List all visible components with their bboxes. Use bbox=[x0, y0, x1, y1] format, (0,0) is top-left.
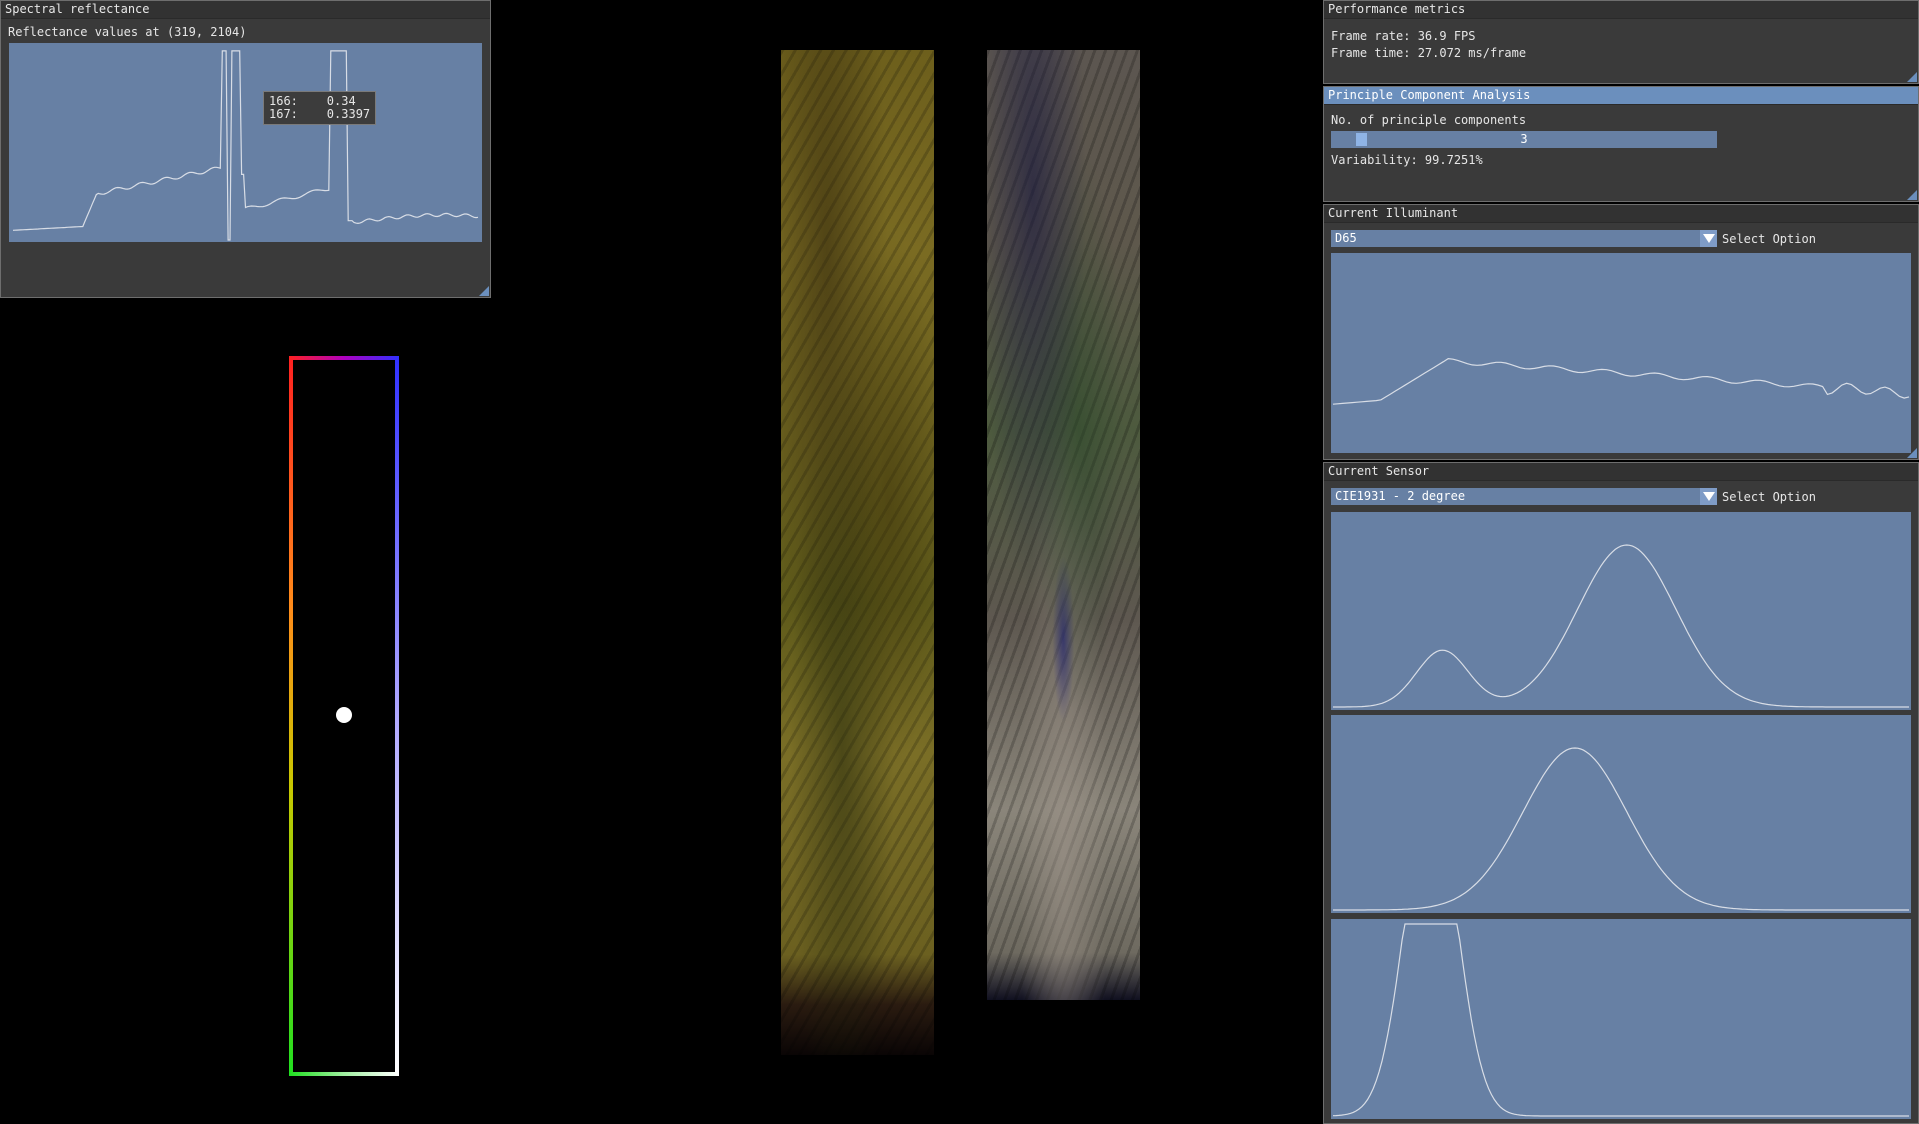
reflectance-label: Reflectance values at (319, 2104) bbox=[8, 25, 247, 39]
illuminant-plot bbox=[1331, 253, 1911, 453]
reflectance-svg bbox=[12, 50, 479, 241]
sensor-plot-red bbox=[1331, 512, 1911, 710]
variability-text: Variability: 99.7251% bbox=[1331, 153, 1483, 167]
sensor-green-line bbox=[1333, 747, 1909, 911]
illuminant-title[interactable]: Current Illuminant bbox=[1324, 205, 1918, 223]
sensor-red-svg bbox=[1333, 544, 1909, 708]
reflectance-plot[interactable] bbox=[9, 43, 482, 242]
sensor-select-label: Select Option bbox=[1722, 490, 1816, 504]
illuminant-svg bbox=[1332, 357, 1910, 405]
false-color-image[interactable] bbox=[781, 50, 934, 1055]
spectral-reflectance-title[interactable]: Spectral reflectance bbox=[1, 1, 490, 19]
reflectance-tooltip: 166: 0.34 167: 0.3397 bbox=[263, 91, 377, 125]
resize-grip[interactable] bbox=[1907, 190, 1917, 200]
pca-title[interactable]: Principle Component Analysis bbox=[1324, 87, 1918, 105]
illuminant-window[interactable]: Current Illuminant D65 Select Option bbox=[1323, 204, 1919, 460]
reflectance-line bbox=[12, 50, 479, 241]
sensor-window[interactable]: Current Sensor CIE1931 - 2 degree Select… bbox=[1323, 462, 1919, 1124]
illuminant-select-value: D65 bbox=[1335, 231, 1357, 245]
tooltip-value: 0.34 bbox=[326, 94, 356, 108]
tooltip-value: 0.3397 bbox=[326, 107, 371, 121]
sensor-select-value: CIE1931 - 2 degree bbox=[1335, 489, 1466, 503]
illuminant-select[interactable]: D65 bbox=[1331, 230, 1717, 247]
tooltip-index: 167: bbox=[269, 107, 327, 121]
resize-grip[interactable] bbox=[479, 286, 489, 296]
sensor-blue-svg bbox=[1332, 923, 1909, 1117]
sensor-select[interactable]: CIE1931 - 2 degree bbox=[1331, 488, 1717, 505]
illuminant-select-label: Select Option bbox=[1722, 232, 1816, 246]
color-selector[interactable] bbox=[288, 355, 400, 1077]
performance-metrics-title[interactable]: Performance metrics bbox=[1324, 1, 1918, 19]
components-slider[interactable]: 3 bbox=[1331, 131, 1717, 148]
components-value: 3 bbox=[1520, 132, 1528, 146]
sensor-red-line bbox=[1333, 544, 1909, 708]
frame-rate-text: Frame rate: 36.9 FPS bbox=[1331, 29, 1476, 43]
frame-time-text: Frame time: 27.072 ms/frame bbox=[1331, 46, 1527, 60]
tooltip-row: 167: 0.3397 bbox=[269, 108, 370, 121]
color-selector-handle[interactable] bbox=[336, 707, 352, 723]
pca-window[interactable]: Principle Component Analysis No. of prin… bbox=[1323, 86, 1919, 202]
tooltip-index: 166: bbox=[269, 94, 327, 108]
resize-grip[interactable] bbox=[1907, 448, 1917, 458]
resize-grip[interactable] bbox=[1907, 72, 1917, 82]
sensor-plot-green bbox=[1331, 715, 1911, 913]
chevron-down-icon[interactable] bbox=[1700, 230, 1717, 247]
sensor-plot-blue bbox=[1331, 919, 1911, 1119]
sensor-green-svg bbox=[1333, 747, 1909, 911]
true-color-image[interactable] bbox=[987, 50, 1140, 1000]
chevron-down-icon[interactable] bbox=[1700, 488, 1717, 505]
components-label: No. of principle components bbox=[1331, 113, 1527, 127]
spectral-reflectance-window[interactable]: Spectral reflectance Reflectance values … bbox=[0, 0, 491, 298]
sensor-title[interactable]: Current Sensor bbox=[1324, 463, 1918, 481]
sensor-blue-line bbox=[1332, 923, 1909, 1117]
illuminant-line bbox=[1332, 357, 1910, 405]
performance-metrics-window[interactable]: Performance metrics Frame rate: 36.9 FPS… bbox=[1323, 0, 1919, 84]
